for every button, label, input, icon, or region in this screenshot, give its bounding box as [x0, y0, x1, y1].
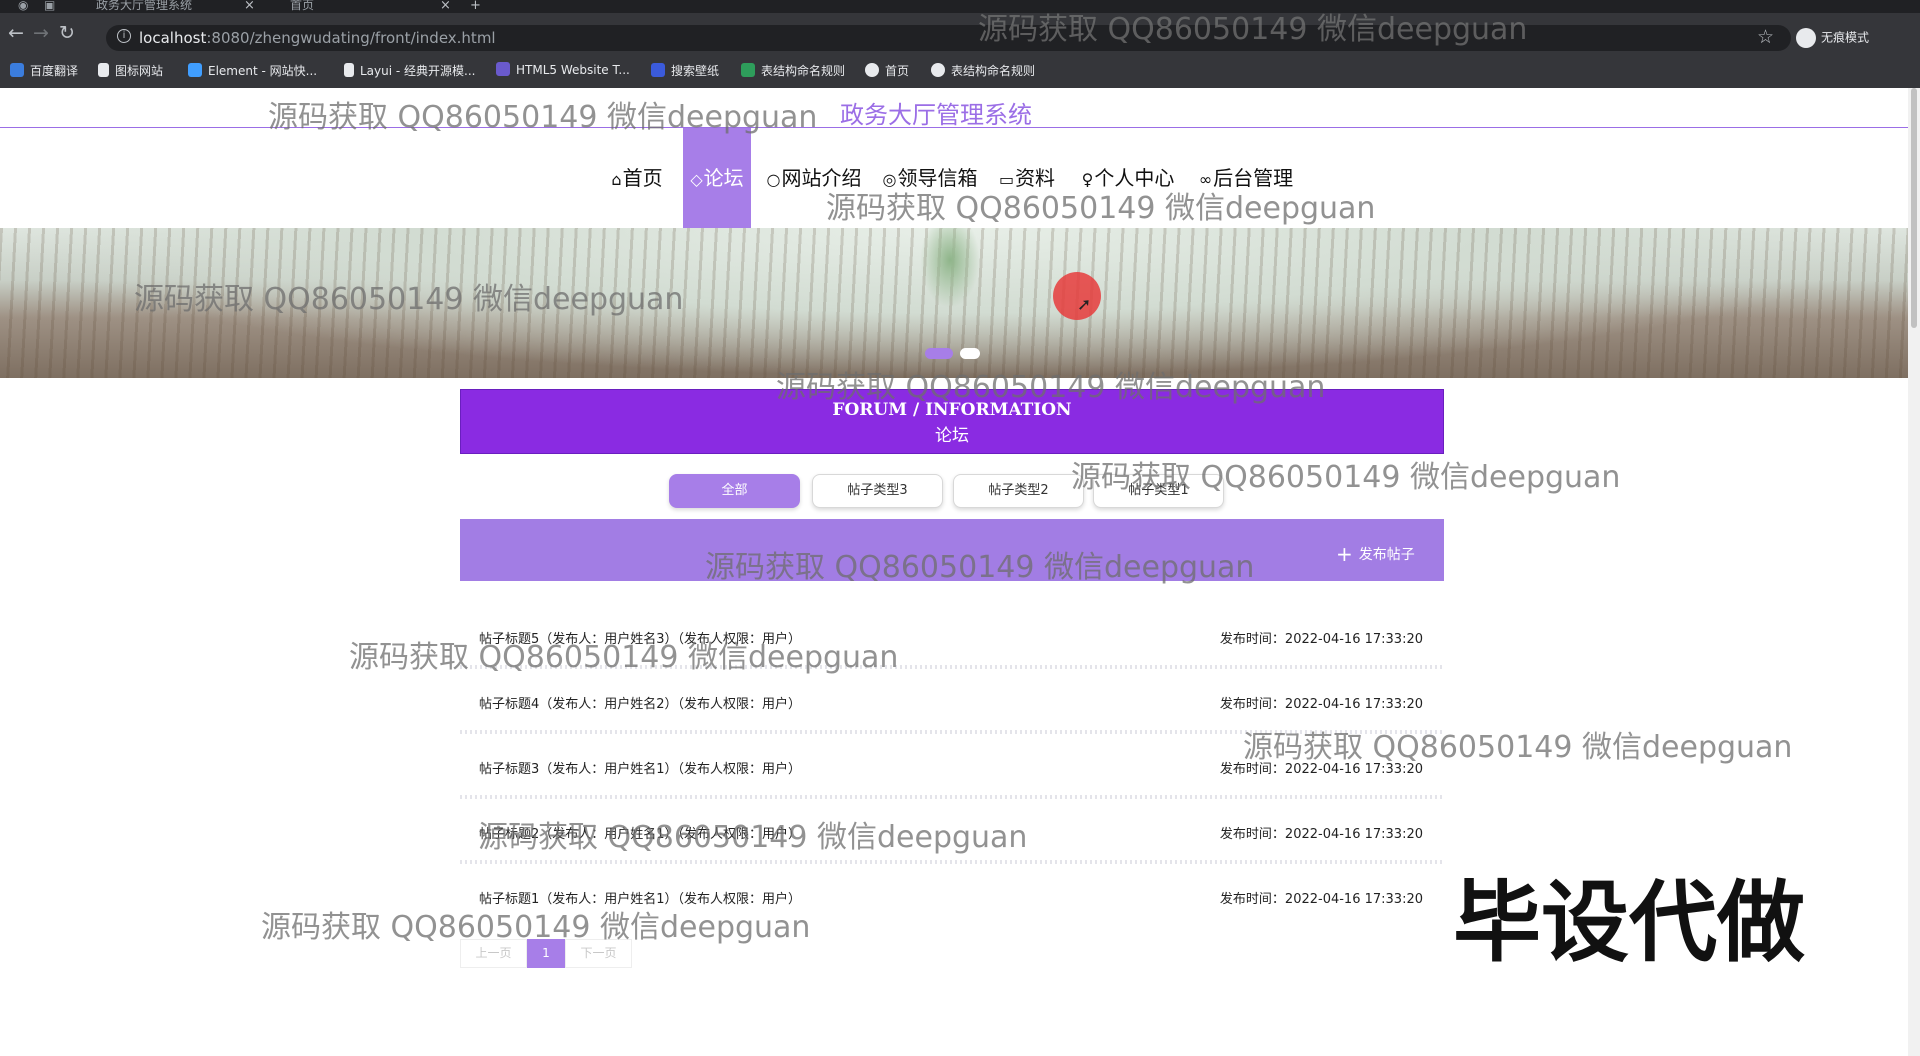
bookmark-label: 搜索壁纸 [671, 64, 720, 78]
watermark-big: 毕设代做 [1451, 870, 1806, 976]
url-host: localhost [139, 29, 207, 47]
incognito-profile[interactable]: 无痕模式 [1796, 28, 1869, 48]
watermark: 源码获取 QQ86050149 微信deepguan [705, 550, 1255, 585]
bookmark-item[interactable]: 表结构命名规则 [741, 62, 845, 79]
close-tab-icon[interactable]: × [440, 0, 451, 13]
bookmark-label: 首页 [885, 64, 910, 78]
close-tab-icon[interactable]: × [244, 0, 255, 13]
nav-label: 首页 [622, 166, 663, 190]
carousel-dot[interactable] [960, 348, 980, 359]
publish-post-label: 发布帖子 [1358, 547, 1415, 563]
post-time: 发布时间：2022-04-16 17:33:20 [1219, 827, 1423, 842]
bookmark-label: 图标网站 [115, 64, 164, 78]
site-title: 政务大厅管理系统 [840, 101, 1032, 129]
translate-icon [10, 63, 24, 77]
post-title[interactable]: 帖子标题4（发布人：用户姓名2）（发布人权限：用户） [479, 693, 801, 712]
watermark: 源码获取 QQ86050149 微信deepguan [1071, 460, 1621, 495]
bookmark-item[interactable]: 图标网站 [98, 62, 163, 79]
carousel-dot-active[interactable] [925, 348, 953, 359]
home-icon: ⌂ [611, 170, 622, 189]
watermark: 源码获取 QQ86050149 微信deepguan [978, 12, 1528, 47]
watermark: 源码获取 QQ86050149 微信deepguan [349, 640, 899, 675]
plus-icon: + [1336, 542, 1353, 566]
filter-type2[interactable]: 帖子类型2 [953, 474, 1084, 508]
back-icon[interactable]: ← [8, 22, 24, 44]
watermark: 源码获取 QQ86050149 微信deepguan [1243, 730, 1793, 765]
bookmark-label: Element - 网站快... [208, 64, 318, 78]
bookmark-item[interactable]: 首页 [865, 62, 909, 79]
bookmark-label: Layui - 经典开源模... [360, 64, 476, 78]
nav-home[interactable]: ⌂首页 [606, 128, 668, 228]
bookmark-item[interactable]: HTML5 Website T... [496, 62, 630, 77]
bookmark-item[interactable]: Element - 网站快... [188, 62, 317, 79]
row-divider [460, 795, 1444, 799]
bookmark-item[interactable]: Layui - 经典开源模... [344, 62, 475, 79]
scrollbar-thumb[interactable] [1911, 88, 1917, 328]
incognito-icon [1796, 28, 1816, 48]
forward-icon[interactable]: → [33, 22, 49, 44]
bookmark-label: 表结构命名规则 [761, 64, 846, 78]
tab-page-icon: ▣ [44, 0, 56, 12]
browser-tab-2[interactable]: 首页 [290, 0, 314, 13]
post-time: 发布时间：2022-04-16 17:33:20 [1219, 892, 1423, 907]
bookmark-item[interactable]: 表结构命名规则 [931, 62, 1035, 79]
browser-menu-icon[interactable]: ◉ [18, 0, 28, 13]
watermark: 源码获取 QQ86050149 微信deepguan [268, 100, 818, 135]
browser-tab-1[interactable]: 政务大厅管理系统 [96, 0, 192, 13]
forum-heading-zh: 论坛 [935, 426, 969, 446]
globe-icon [865, 63, 879, 77]
globe-icon [931, 63, 945, 77]
reload-icon[interactable]: ↻ [59, 22, 75, 44]
layui-icon [344, 63, 354, 77]
post-time: 发布时间：2022-04-16 17:33:20 [1219, 697, 1423, 712]
browser-tab-bar [0, 0, 1920, 13]
url-path: :8080/zhengwudating/front/index.html [206, 29, 496, 47]
post-title[interactable]: 帖子标题3（发布人：用户姓名1）（发布人权限：用户） [479, 758, 801, 777]
info-circle-icon: ○ [766, 170, 781, 189]
sheet-icon [741, 63, 755, 77]
watermark: 源码获取 QQ86050149 微信deepguan [134, 282, 684, 317]
html5-icon [496, 62, 510, 76]
nav-label: 论坛 [703, 166, 744, 190]
profile-label: 无痕模式 [1821, 30, 1870, 45]
watermark: 源码获取 QQ86050149 微信deepguan [478, 820, 1028, 855]
bookmark-label: HTML5 Website T... [516, 63, 630, 77]
bookmark-item[interactable]: 百度翻译 [10, 62, 78, 79]
new-tab-button[interactable]: + [470, 0, 481, 13]
info-icon[interactable]: i [117, 29, 131, 43]
filter-type3[interactable]: 帖子类型3 [812, 474, 943, 508]
url-text[interactable]: localhost:8080/zhengwudating/front/index… [139, 29, 496, 47]
tag-icon: ◇ [690, 170, 703, 189]
bookmark-item[interactable]: 搜索壁纸 [651, 62, 719, 79]
banner-plant [920, 228, 980, 308]
bookmark-label: 表结构命名规则 [951, 64, 1036, 78]
row-divider [460, 860, 1444, 864]
publish-post-button[interactable]: + 发布帖子 [1336, 542, 1415, 566]
bookmark-star-icon[interactable]: ☆ [1757, 26, 1774, 48]
watermark: 源码获取 QQ86050149 微信deepguan [776, 370, 1326, 405]
nav-forum[interactable]: ◇论坛 [683, 128, 751, 228]
wallpaper-icon [651, 63, 665, 77]
watermark: 源码获取 QQ86050149 微信deepguan [826, 191, 1376, 226]
post-time: 发布时间：2022-04-16 17:33:20 [1219, 632, 1423, 647]
mouse-cursor-icon: ➚ [1077, 295, 1092, 315]
watermark: 源码获取 QQ86050149 微信deepguan [261, 910, 811, 945]
flag-icon [98, 63, 109, 77]
element-icon [188, 63, 202, 77]
filter-all[interactable]: 全部 [669, 474, 800, 508]
bookmark-label: 百度翻译 [30, 64, 79, 78]
